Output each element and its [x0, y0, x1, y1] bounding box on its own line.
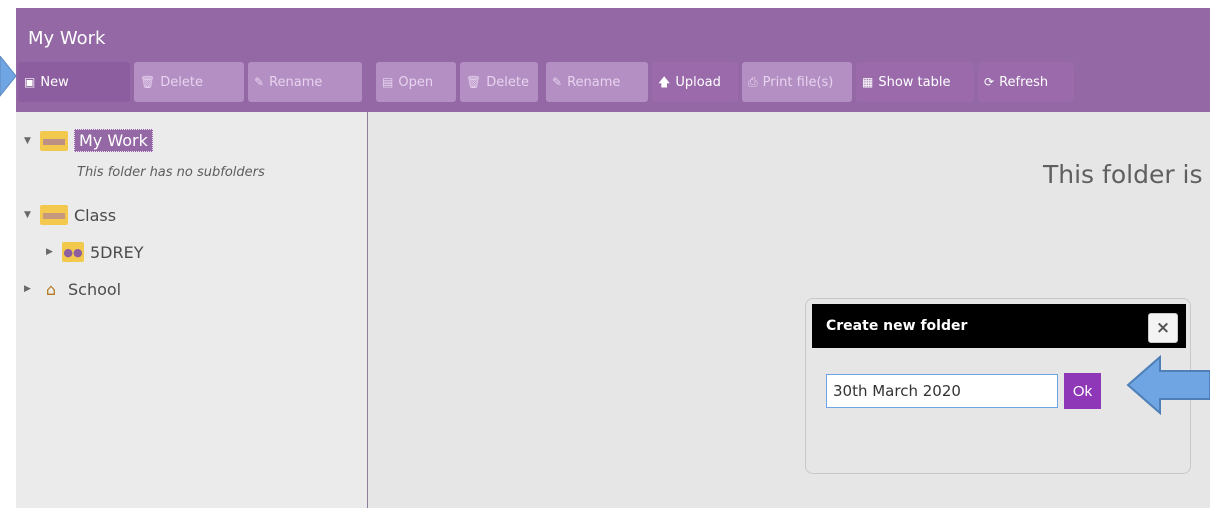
pointer-arrow-left-icon: [1126, 355, 1210, 415]
show-table-label: Show table: [878, 74, 951, 90]
expand-right-icon: ▶: [24, 284, 31, 294]
folder-icon: [40, 130, 68, 151]
folder-icon: [40, 205, 68, 225]
pencil-icon: ✎: [254, 75, 265, 89]
tree-item-school-label: School: [68, 279, 122, 299]
new-button[interactable]: ▣ New: [18, 62, 130, 102]
upload-button[interactable]: 🡅 Upload: [652, 62, 738, 102]
file-manager-window: My Work ▣ New 🗑 Delete ✎ Rename ▤ Open 🗑…: [16, 8, 1210, 508]
expand-down-icon: ▼: [24, 210, 31, 220]
no-subfolders-note: This folder has no subfolders: [77, 165, 265, 180]
refresh-icon: ⟳: [984, 75, 995, 89]
delete-folder-label: Delete: [160, 74, 203, 90]
delete-file-button[interactable]: 🗑 Delete: [460, 62, 538, 102]
rename-file-button[interactable]: ✎ Rename: [546, 62, 648, 102]
rename-folder-button[interactable]: ✎ Rename: [248, 62, 362, 102]
folder-name-input[interactable]: [826, 374, 1058, 408]
tree-item-my-work-label: My Work: [74, 129, 153, 152]
window-title: My Work: [16, 8, 1210, 59]
tree-item-my-work[interactable]: ▼ My Work: [24, 129, 153, 152]
tree-item-school[interactable]: ▶ ⌂ School: [24, 279, 121, 299]
close-icon: ×: [1155, 318, 1171, 338]
upload-arrow-icon: 🡅: [658, 75, 671, 89]
upload-label: Upload: [675, 74, 721, 90]
tree-item-5drey-label: 5DREY: [90, 242, 144, 262]
pointer-arrow-top-left-icon: [0, 56, 17, 97]
refresh-label: Refresh: [999, 74, 1049, 90]
table-grid-icon: ▦: [862, 75, 874, 89]
dialog-title: Create new folder: [826, 318, 968, 334]
refresh-button[interactable]: ⟳ Refresh: [978, 62, 1074, 102]
open-button[interactable]: ▤ Open: [376, 62, 456, 102]
file-icon: ▤: [382, 75, 394, 89]
folder-tree-pane: ▼ My Work This folder has no subfolders …: [16, 112, 368, 508]
tree-item-class[interactable]: ▼ Class: [24, 205, 116, 225]
show-table-button[interactable]: ▦ Show table: [856, 62, 974, 102]
trash-icon: 🗑: [140, 75, 156, 89]
printer-icon: ⎙: [748, 75, 758, 89]
rename-file-label: Rename: [567, 74, 621, 90]
print-files-label: Print file(s): [762, 74, 834, 90]
ok-button[interactable]: Ok: [1064, 373, 1101, 409]
open-label: Open: [398, 74, 434, 90]
new-button-label: New: [40, 74, 69, 90]
close-dialog-button[interactable]: ×: [1148, 313, 1178, 343]
toolbar-left: ▣ New 🗑 Delete ✎ Rename: [16, 59, 368, 112]
rename-folder-label: Rename: [269, 74, 323, 90]
empty-folder-message: This folder is: [1043, 160, 1203, 189]
tree-item-5drey[interactable]: ▶ ●● 5DREY: [46, 242, 144, 262]
new-folder-icon: ▣: [24, 75, 36, 89]
delete-folder-button[interactable]: 🗑 Delete: [134, 62, 244, 102]
tree-item-class-label: Class: [74, 205, 117, 225]
delete-file-label: Delete: [486, 74, 529, 90]
print-files-button[interactable]: ⎙ Print file(s): [742, 62, 852, 102]
dialog-header: Create new folder ×: [812, 304, 1186, 348]
pencil-icon: ✎: [552, 75, 563, 89]
expand-right-icon: ▶: [46, 247, 53, 257]
school-building-icon: ⌂: [45, 279, 57, 299]
group-icon: ●●: [62, 242, 84, 262]
toolbar-right: ▤ Open 🗑 Delete ✎ Rename 🡅 Upload ⎙ Prin…: [368, 59, 1210, 112]
trash-icon: 🗑: [466, 75, 482, 89]
expand-down-icon: ▼: [24, 135, 31, 146]
